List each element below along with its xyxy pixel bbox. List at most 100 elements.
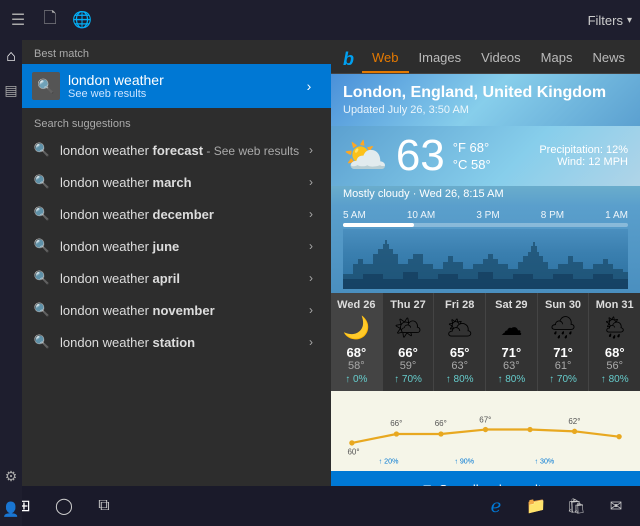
suggestion-text-0: london weather forecast - See web result… [60,143,301,158]
suggestion-arrow-3: › [301,239,321,253]
forecast-day-thu: Thu 27 🌤 66° 59° ↑ 70% [383,293,435,391]
search-taskbar-button[interactable]: ◯ [44,486,84,526]
tab-images[interactable]: Images [409,46,472,73]
suggestion-item-forecast[interactable]: 🔍 london weather forecast - See web resu… [22,134,331,166]
task-view-button[interactable]: ⧉ [84,486,124,526]
svg-text:↑ 30%: ↑ 30% [534,457,554,465]
forecast-lo-3: 63° [503,360,520,372]
forecast-lo-4: 61° [555,360,572,372]
forecast-icon-3: ☁ [500,315,522,341]
suggestion-text-3: london weather june [60,239,301,254]
hour-8pm: 8 PM [541,210,564,221]
suggestion-text-6: london weather station [60,335,301,350]
weather-updated: Updated July 26, 3:50 AM [343,104,628,116]
suggestion-text-1: london weather march [60,175,301,190]
suggestion-search-icon-6: 🔍 [32,332,52,352]
weather-details: Precipitation: 12% Wind: 12 MPH [539,144,628,168]
weather-units: °F 68° °C 58° [453,140,491,172]
tab-news[interactable]: News [582,46,635,73]
svg-text:↑ 90%: ↑ 90% [454,457,474,465]
best-match-search-icon: 🔍 [32,72,60,100]
store-button[interactable]: 🛍 [556,486,596,526]
edge-browser-button[interactable]: ℯ [476,486,516,526]
suggestion-text-5: london weather november [60,303,301,318]
icon-rail: ⌂ ▤ ⚙ 👤 [0,40,22,526]
person-icon[interactable]: 👤 [2,501,19,518]
forecast-hi-2: 65° [450,345,470,360]
suggestion-item-march[interactable]: 🔍 london weather march › [22,166,331,198]
right-panel: b Web Images Videos Maps News London, En… [331,40,640,526]
weather-condition-time: · Wed 26, 8:15 AM [413,188,504,200]
main-content: ⌂ ▤ ⚙ 👤 Best match 🔍 london weather See … [0,40,640,526]
best-match-item[interactable]: 🔍 london weather See web results › [22,64,331,108]
precipitation-label: Precipitation: 12% [539,144,628,156]
suggestion-item-june[interactable]: 🔍 london weather june › [22,230,331,262]
hour-3pm: 3 PM [476,210,499,221]
tab-videos[interactable]: Videos [471,46,531,73]
svg-text:62°: 62° [568,417,580,426]
taskbar-bottom: ⊞ ◯ ⧉ ℯ 📁 🛍 ✉ [0,486,640,526]
top-taskbar: ☰ 🗋 🌐 Filters ▾ [0,0,640,40]
suggestion-item-december[interactable]: 🔍 london weather december › [22,198,331,230]
suggestion-arrow-6: › [301,335,321,349]
weather-temperature: 63 [396,134,445,178]
hourly-progress [343,223,414,227]
filters-button[interactable]: Filters ▾ [588,13,632,28]
forecast-icon-2: 🌥 [446,315,474,341]
suggestion-arrow-0: › [301,143,321,157]
suggestion-search-icon-3: 🔍 [32,236,52,256]
forecast-hi-0: 68° [347,345,367,360]
forecast-hi-3: 71° [502,345,522,360]
document-icon[interactable]: 🗋 [40,10,60,30]
forecast-icon-1: 🌤 [394,315,422,341]
suggestion-item-april[interactable]: 🔍 london weather april › [22,262,331,294]
settings-icon[interactable]: ⚙ [5,468,18,485]
forecast-precip-4: ↑ 70% [549,374,577,385]
forecast-day-name-2: Fri 28 [445,299,474,311]
hour-5am: 5 AM [343,210,366,221]
home-icon[interactable]: ⌂ [6,48,16,66]
best-match-subtitle: See web results [68,88,297,100]
hamburger-icon[interactable]: ☰ [8,10,28,30]
tab-maps[interactable]: Maps [531,46,583,73]
forecast-day-sun: Sun 30 🌧 71° 61° ↑ 70% [538,293,590,391]
weather-header: London, England, United Kingdom Updated … [331,74,640,126]
suggestion-search-icon-4: 🔍 [32,268,52,288]
svg-text:60°: 60° [347,447,359,456]
temp-hi: 68° [470,140,490,155]
forecast-lo-2: 63° [451,360,468,372]
forecast-precip-3: ↑ 80% [497,374,525,385]
hourly-bar: 5 AM 10 AM 3 PM 8 PM 1 AM [331,206,640,293]
forecast-hi-1: 66° [398,345,418,360]
suggestion-text-4: london weather april [60,271,301,286]
forecast-bar: Wed 26 🌙 68° 58° ↑ 0% Thu 27 🌤 66° 59° ↑… [331,293,640,391]
globe-icon[interactable]: 🌐 [72,10,92,30]
forecast-lo-0: 58° [348,360,365,372]
hourly-labels: 5 AM 10 AM 3 PM 8 PM 1 AM [343,210,628,221]
forecast-precip-5: ↑ 80% [601,374,629,385]
svg-text:66°: 66° [390,419,402,428]
forecast-day-wed: Wed 26 🌙 68° 58° ↑ 0% [331,293,383,391]
tab-web[interactable]: Web [362,46,409,73]
forecast-day-name-5: Mon 31 [596,299,634,311]
chevron-down-icon: ▾ [627,15,632,26]
tabs-bar: b Web Images Videos Maps News [331,40,640,74]
document-rail-icon[interactable]: ▤ [4,82,17,99]
suggestion-item-november[interactable]: 🔍 london weather november › [22,294,331,326]
forecast-day-name-4: Sun 30 [545,299,581,311]
temp-graph-svg: 60° 66° 66° 67° 62° ↑ 20% ↑ 90% ↑ 30% [343,399,628,469]
mail-button[interactable]: ✉ [596,486,636,526]
svg-text:66°: 66° [435,419,447,428]
svg-text:67°: 67° [479,415,491,424]
file-explorer-button[interactable]: 📁 [516,486,556,526]
suggestion-arrow-5: › [301,303,321,317]
weather-condition: Mostly cloudy [343,188,410,200]
best-match-label: Best match [22,40,331,64]
suggestion-search-icon-5: 🔍 [32,300,52,320]
svg-text:↑ 20%: ↑ 20% [379,457,399,465]
forecast-day-name-0: Wed 26 [337,299,375,311]
forecast-day-name-3: Sat 29 [495,299,527,311]
suggestion-item-station[interactable]: 🔍 london weather station › [22,326,331,358]
city-skyline [343,229,628,289]
weather-main: ⛅ 63 °F 68° °C 58° Precipitation: 12% Wi… [331,126,640,186]
